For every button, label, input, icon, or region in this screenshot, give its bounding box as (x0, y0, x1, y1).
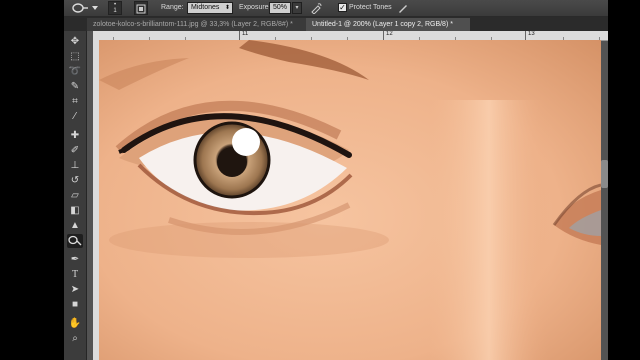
eyedropper-tool-icon[interactable]: ⁄ (67, 110, 83, 124)
ruler-label-12: 12 (386, 31, 393, 37)
gradient-tool-icon[interactable]: ◧ (67, 204, 83, 218)
brush-tool-icon[interactable]: ✐ (67, 144, 83, 158)
dodge-tool-icon (72, 3, 98, 13)
tablet-pressure-toggle[interactable] (397, 2, 409, 14)
options-bar: • 1 Range: Midtones ⬍ Exposure: 50% ▾ ✓ … (64, 0, 608, 17)
photoshop-window: • 1 Range: Midtones ⬍ Exposure: 50% ▾ ✓ … (64, 0, 608, 360)
brush-size: 1 (113, 8, 117, 14)
document-tabs: zolotoe-kolco-s-brilliantom-111.jpg @ 33… (64, 17, 608, 31)
zoom-tool-icon[interactable]: ⌕ (67, 332, 83, 346)
dodge-icon (68, 235, 82, 246)
protect-tones-checkbox[interactable]: ✓ (338, 3, 347, 12)
range-value: Midtones (191, 4, 220, 11)
document-canvas[interactable] (99, 40, 601, 360)
select-arrow-icon: ⬍ (224, 5, 230, 11)
letterbox-right (608, 0, 640, 360)
ruler-label-11: 11 (242, 31, 249, 37)
crop-tool-icon[interactable]: ⌗ (67, 95, 83, 109)
exposure-value: 50% (273, 4, 288, 11)
protect-tones-label: Protect Tones (349, 4, 392, 11)
lasso-tool-icon[interactable]: ➰ (67, 65, 83, 79)
quick-selection-tool-icon[interactable]: ✎ (67, 80, 83, 94)
ruler-label-13: 13 (528, 31, 535, 37)
hand-tool-icon[interactable]: ✋ (67, 317, 83, 331)
type-tool-icon[interactable]: T (67, 268, 83, 282)
vertical-scrollbar-thumb[interactable] (601, 160, 608, 188)
airbrush-toggle[interactable] (310, 2, 322, 15)
eye-painting-image (99, 40, 601, 360)
clone-stamp-tool-icon[interactable]: ⊥ (67, 159, 83, 173)
path-selection-tool-icon[interactable]: ➤ (67, 283, 83, 297)
pen-tool-icon[interactable]: ✒ (67, 253, 83, 267)
history-brush-tool-icon[interactable]: ↺ (67, 174, 83, 188)
brush-preset-picker[interactable]: • 1 (108, 1, 122, 15)
exposure-slider-toggle[interactable]: ▾ (292, 2, 302, 14)
rectangle-tool-icon[interactable]: ■ (67, 298, 83, 312)
dodge-burn-tool-icon[interactable] (67, 234, 83, 248)
brush-panel-button[interactable] (134, 1, 148, 15)
eraser-tool-icon[interactable]: ▱ (67, 189, 83, 203)
healing-brush-tool-icon[interactable]: ✚ (67, 129, 83, 143)
marquee-tool-icon[interactable]: ⬚ (67, 50, 83, 64)
move-tool-icon[interactable]: ✥ (67, 35, 83, 49)
tab-document-2[interactable]: Untitled-1 @ 200% (Layer 1 copy 2, RGB/8… (306, 18, 470, 31)
tab-document-1[interactable]: zolotoe-kolco-s-brilliantom-111.jpg @ 33… (87, 18, 307, 31)
brush-panel-icon (136, 4, 146, 14)
exposure-input[interactable]: 50% (269, 2, 291, 14)
toolbox: ✥ ⬚ ➰ ✎ ⌗ ⁄ ✚ ✐ ⊥ ↺ ▱ ◧ ▲ ✒ T ➤ ■ ✋ ⌕ (64, 31, 87, 360)
range-select[interactable]: Midtones ⬍ (187, 2, 233, 14)
tool-preset-picker[interactable] (72, 2, 102, 14)
blur-tool-icon[interactable]: ▲ (67, 219, 83, 233)
exposure-label: Exposure: (239, 4, 271, 11)
airbrush-icon (311, 3, 322, 15)
letterbox-left (0, 0, 64, 360)
range-label: Range: (161, 4, 184, 11)
pen-pressure-icon (399, 5, 407, 13)
